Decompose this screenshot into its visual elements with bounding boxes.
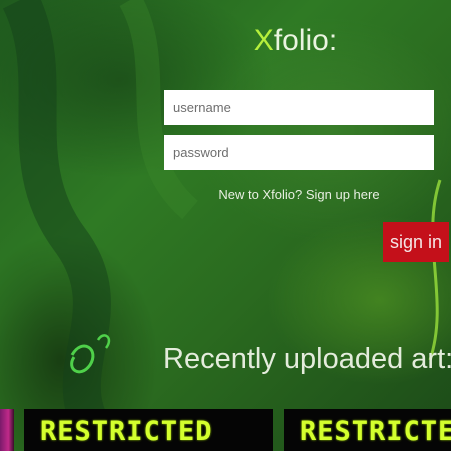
app-logo: Xfolio:: [0, 24, 451, 58]
art-thumbnail-restricted[interactable]: RESTRICTED: [284, 409, 451, 451]
logo-accent: X: [253, 24, 274, 57]
restricted-label: RESTRICTED: [300, 416, 451, 447]
art-thumbnail-partial[interactable]: [0, 409, 14, 451]
recent-art-heading: Recently uploaded art:: [163, 343, 451, 375]
signup-link[interactable]: New to Xfolio? Sign up here: [164, 187, 434, 202]
sign-in-button[interactable]: sign in: [383, 222, 449, 262]
password-input[interactable]: [164, 135, 434, 170]
art-thumbnail-restricted[interactable]: RESTRICTED: [24, 409, 273, 451]
recent-art-strip: RESTRICTED RESTRICTED: [0, 409, 451, 451]
logo-rest: folio:: [273, 24, 338, 57]
username-input[interactable]: [164, 90, 434, 125]
restricted-label: RESTRICTED: [40, 416, 213, 447]
